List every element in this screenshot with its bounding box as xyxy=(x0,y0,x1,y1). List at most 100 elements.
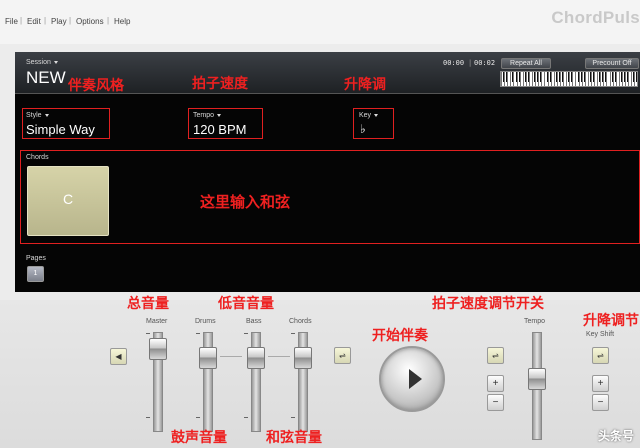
tempo-switch-button[interactable]: ⇌ xyxy=(487,347,504,364)
key-shift-switch-button[interactable]: ⇌ xyxy=(592,347,609,364)
menu-separator: | xyxy=(69,16,72,25)
chords-link-button[interactable]: ⇌ xyxy=(334,347,351,364)
piano-key-line xyxy=(516,72,518,86)
master-slider-handle[interactable] xyxy=(149,338,167,360)
piano-key-line xyxy=(553,72,555,86)
piano-key-line xyxy=(507,72,509,86)
piano-key-line xyxy=(566,72,568,86)
tempo-slider-handle[interactable] xyxy=(528,368,546,390)
slider-tick xyxy=(196,417,200,418)
piano-key-line xyxy=(501,72,502,86)
piano-key-line xyxy=(587,72,589,86)
key-shift-minus-button[interactable]: − xyxy=(592,394,609,411)
time-separator: | xyxy=(468,59,473,67)
piano-key-line xyxy=(581,72,583,86)
session-dropdown[interactable]: Session xyxy=(26,59,58,66)
slider-tick xyxy=(196,333,200,334)
app-logo: ChordPuls xyxy=(551,8,640,27)
annotation-tempo: 拍子速度 xyxy=(192,76,248,92)
piano-black-key xyxy=(636,72,637,82)
switch-icon: ⇌ xyxy=(597,351,604,360)
dropdown-arrow-icon xyxy=(53,60,58,64)
play-button[interactable] xyxy=(379,346,445,412)
repeat-all-button[interactable]: Repeat All xyxy=(501,58,551,69)
key-highlight-box xyxy=(353,108,394,139)
annotation-bass: 低音音量 xyxy=(218,296,274,312)
piano-key-line xyxy=(522,72,524,86)
piano-key-line xyxy=(563,72,564,86)
piano-key-line xyxy=(519,72,521,86)
piano-key-line xyxy=(556,72,558,86)
piano-key-line xyxy=(621,72,623,86)
piano-key-line xyxy=(559,72,561,86)
menu-help[interactable]: Help xyxy=(114,17,130,26)
piano-key-line xyxy=(538,72,540,86)
piano-key-line xyxy=(569,72,571,86)
annotation-master: 总音量 xyxy=(127,296,169,312)
tempo-plus-button[interactable]: + xyxy=(487,375,504,392)
piano-key-line xyxy=(535,72,537,86)
fader-link-line xyxy=(268,356,290,357)
piano-key-line xyxy=(615,72,617,86)
mixer-panel: Master ◀ Drums Bass Chords ⇌ Tempo ⇌ + −… xyxy=(0,300,640,448)
tempo-minus-button[interactable]: − xyxy=(487,394,504,411)
piano-key-line xyxy=(612,72,614,86)
annotation-play: 开始伴奏 xyxy=(372,328,428,344)
slider-tick xyxy=(244,417,248,418)
piano-key-line xyxy=(618,72,620,86)
piano-key-line xyxy=(578,72,580,86)
bass-slider-handle[interactable] xyxy=(247,347,265,369)
piano-key-line xyxy=(525,72,527,86)
drums-label: Drums xyxy=(195,318,216,325)
piano-key-line xyxy=(504,72,506,86)
precount-button[interactable]: Precount Off xyxy=(585,58,639,69)
key-shift-plus-button[interactable]: + xyxy=(592,375,609,392)
piano-key-line xyxy=(609,72,611,86)
piano-key-line xyxy=(550,72,552,86)
chords-slider-handle[interactable] xyxy=(294,347,312,369)
switch-icon: ⇌ xyxy=(492,351,499,360)
drums-slider-handle[interactable] xyxy=(199,347,217,369)
key-shift-label: Key Shift xyxy=(586,331,615,338)
slider-tick xyxy=(146,417,150,418)
fader-link-line xyxy=(220,356,242,357)
page-button[interactable]: 1 xyxy=(27,266,44,282)
chords-volume-label: Chords xyxy=(289,318,312,325)
slider-tick xyxy=(244,333,248,334)
menu-edit[interactable]: Edit xyxy=(27,17,41,26)
piano-key-line xyxy=(631,72,633,86)
slider-tick xyxy=(146,333,150,334)
annotation-tempo-switch: 拍子速度调节开关 xyxy=(432,296,544,312)
master-speaker-button[interactable]: ◀ xyxy=(110,348,127,365)
chords-highlight-box xyxy=(20,150,640,244)
annotation-key: 升降调 xyxy=(344,77,386,93)
time-current: 00:00 xyxy=(443,59,465,67)
piano-key-line xyxy=(625,72,626,86)
menu-file[interactable]: File xyxy=(5,17,18,26)
piano-key-line xyxy=(572,72,574,86)
bass-label: Bass xyxy=(246,318,262,325)
play-icon xyxy=(409,369,422,389)
piano-key-line xyxy=(528,72,530,86)
piano-key-line xyxy=(547,72,549,86)
annotation-drums: 鼓声音量 xyxy=(171,430,227,446)
menu-separator: | xyxy=(20,16,23,25)
tempo-slider-label: Tempo xyxy=(524,318,546,325)
speaker-icon: ◀ xyxy=(115,352,122,361)
menu-play[interactable]: Play xyxy=(51,17,67,26)
piano-key-line xyxy=(606,72,608,86)
piano-key-line xyxy=(597,72,599,86)
piano-key-line xyxy=(544,72,546,86)
piano-key-line xyxy=(603,72,605,86)
piano-key-line xyxy=(628,72,630,86)
annotation-chord-input: 这里输入和弦 xyxy=(200,193,291,211)
menu-options[interactable]: Options xyxy=(76,17,104,26)
menu-separator: | xyxy=(107,16,110,25)
annotation-key-shift: 升降调节 xyxy=(583,313,639,329)
link-icon: ⇌ xyxy=(339,351,346,360)
master-label: Master xyxy=(146,318,168,325)
piano-key-line xyxy=(510,72,512,86)
piano-key-line xyxy=(634,72,636,86)
piano-key-line xyxy=(532,72,533,86)
menu-separator: | xyxy=(44,16,47,25)
